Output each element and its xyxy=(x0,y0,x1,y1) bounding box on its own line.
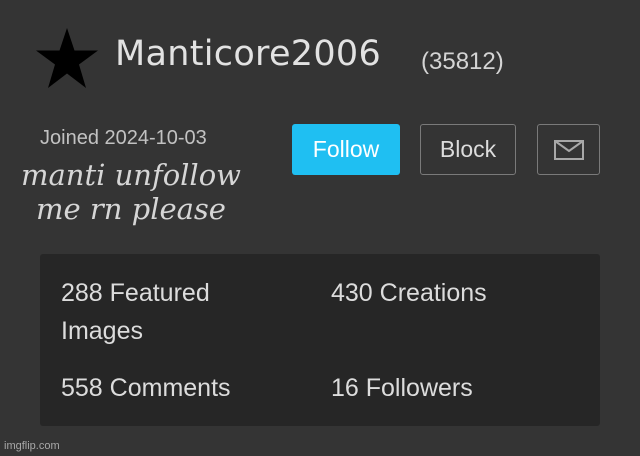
star-icon xyxy=(36,28,98,88)
message-button[interactable] xyxy=(537,124,600,175)
stats-panel: 288 Featured Images 430 Creations 558 Co… xyxy=(40,254,600,426)
envelope-icon xyxy=(553,139,584,160)
block-button[interactable]: Block xyxy=(420,124,516,175)
stat-featured-images[interactable]: 288 Featured Images xyxy=(61,274,291,350)
joined-date: Joined 2024-10-03 xyxy=(40,127,207,149)
username: Manticore2006 xyxy=(115,34,382,74)
stat-followers[interactable]: 16 Followers xyxy=(331,369,473,407)
watermark: imgflip.com xyxy=(4,440,60,452)
stat-comments[interactable]: 558 Comments xyxy=(61,369,231,407)
caption-overlay: manti unfollow me rn please xyxy=(21,158,241,226)
user-id: (35812) xyxy=(421,48,504,75)
follow-button[interactable]: Follow xyxy=(292,124,400,175)
stat-creations[interactable]: 430 Creations xyxy=(331,274,487,312)
